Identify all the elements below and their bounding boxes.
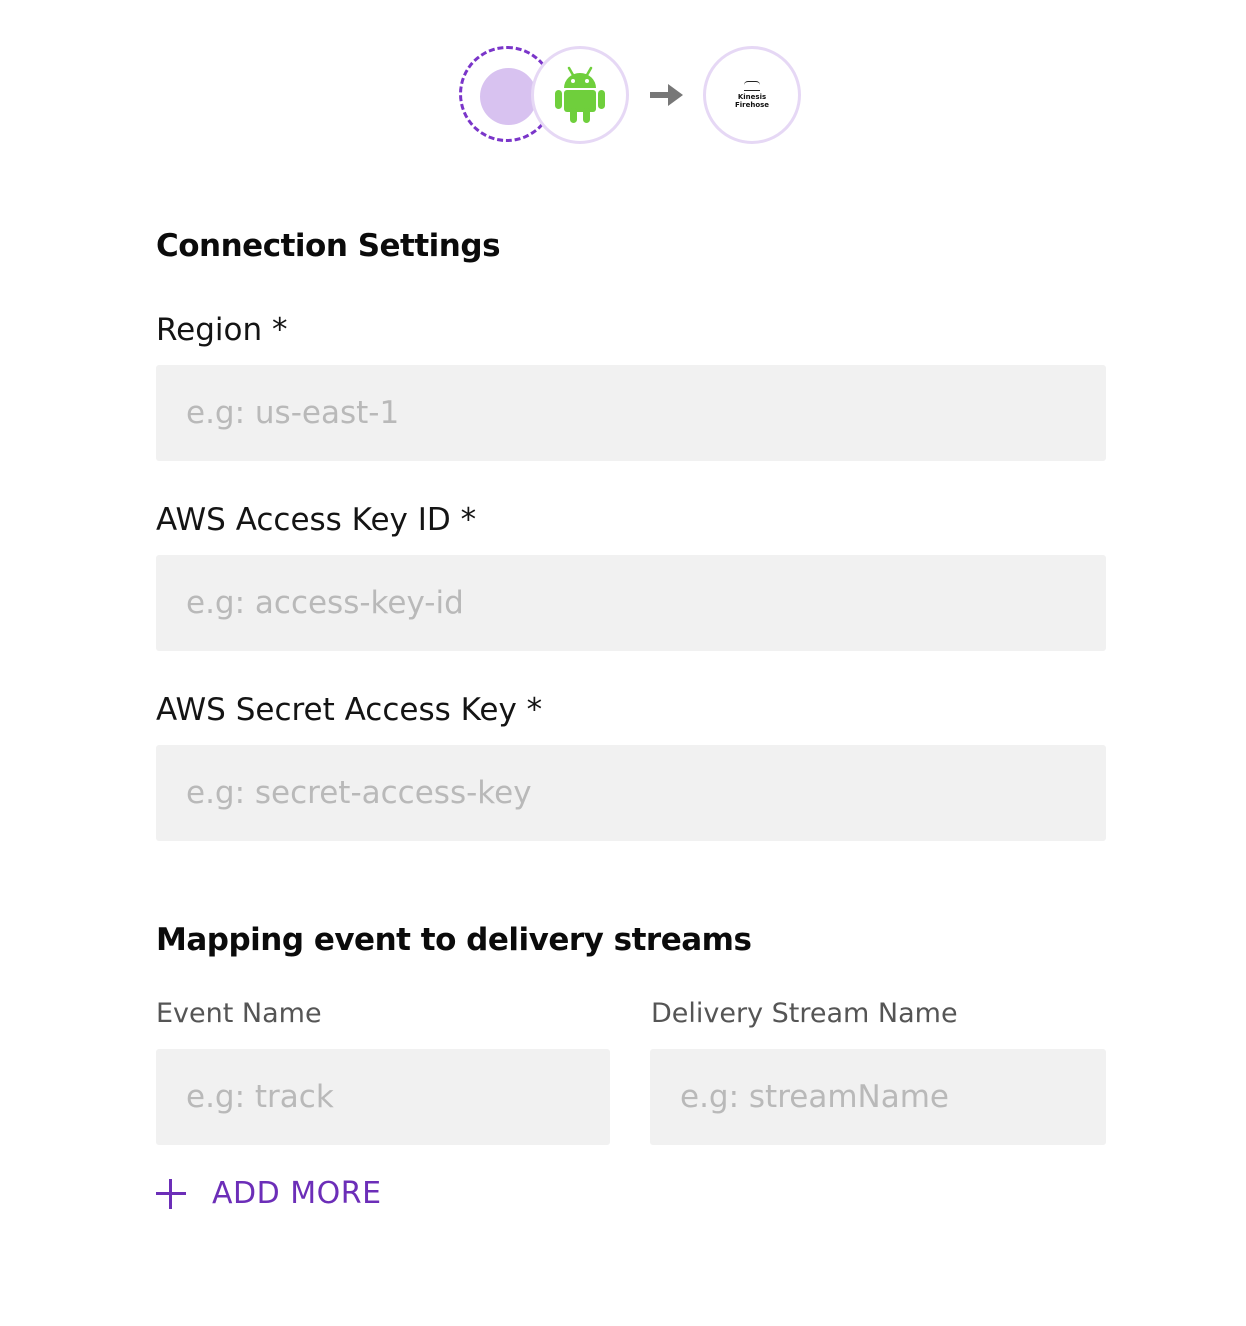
- mapping-title: Mapping event to delivery streams: [156, 922, 752, 958]
- access-key-id-input[interactable]: [156, 555, 1106, 651]
- android-icon: [555, 66, 605, 123]
- source-placeholder-icon: [480, 68, 537, 125]
- add-more-button[interactable]: ADD MORE: [156, 1176, 382, 1211]
- access-key-id-label: AWS Access Key ID *: [156, 502, 477, 538]
- kinesis-destination-node: Kinesis Firehose: [703, 46, 801, 144]
- add-more-label: ADD MORE: [212, 1176, 382, 1211]
- secret-access-key-label: AWS Secret Access Key *: [156, 692, 543, 728]
- kinesis-logo-text: Kinesis Firehose: [734, 93, 770, 109]
- android-source-node: [531, 46, 629, 144]
- arrow-right-icon: [650, 84, 683, 106]
- event-name-input[interactable]: [156, 1049, 610, 1145]
- kinesis-firehose-icon: Kinesis Firehose: [735, 81, 769, 109]
- plus-icon: [156, 1178, 186, 1209]
- delivery-stream-name-input[interactable]: [650, 1049, 1106, 1145]
- secret-access-key-input[interactable]: [156, 745, 1106, 841]
- kinesis-mark: [744, 81, 760, 91]
- connection-settings-title: Connection Settings: [156, 228, 501, 264]
- region-label: Region *: [156, 312, 288, 348]
- integration-flow: Kinesis Firehose: [0, 0, 1246, 160]
- region-input[interactable]: [156, 365, 1106, 461]
- delivery-stream-name-label: Delivery Stream Name: [651, 998, 958, 1029]
- event-name-label: Event Name: [156, 998, 322, 1029]
